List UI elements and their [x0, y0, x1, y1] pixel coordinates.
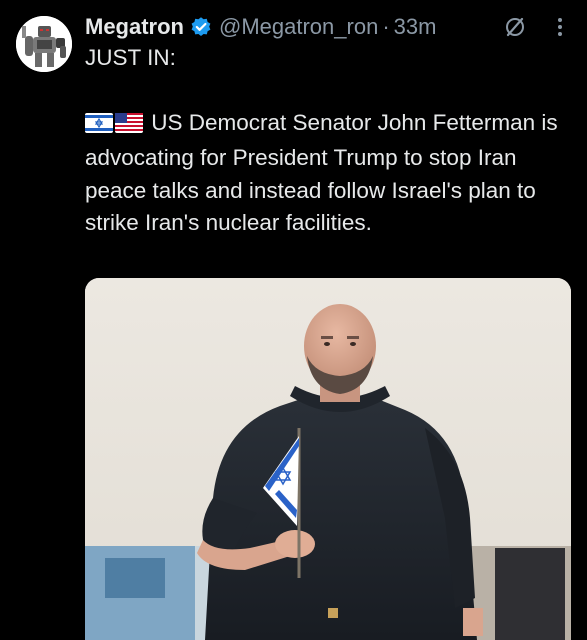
- grok-icon[interactable]: [503, 15, 527, 39]
- tweet-text-body: US Democrat Senator John Fetterman is ad…: [85, 107, 575, 240]
- separator: ·: [382, 14, 390, 39]
- tweet-media-image[interactable]: [85, 278, 571, 640]
- more-vertical-icon[interactable]: [550, 14, 570, 40]
- handle[interactable]: @Megatron_ron: [219, 14, 378, 40]
- us-flag-icon: [115, 110, 143, 143]
- verified-badge-icon: [190, 16, 212, 38]
- avatar[interactable]: [16, 16, 72, 72]
- display-name[interactable]: Megatron: [85, 14, 184, 40]
- tweet-text-line1: JUST IN:: [85, 45, 176, 70]
- israel-flag-icon: [85, 110, 113, 143]
- tweet-text: JUST IN: US Democrat Senator John Fetter: [85, 42, 575, 240]
- timestamp[interactable]: 33m: [394, 14, 437, 40]
- photo-man-holding-flag: [85, 278, 571, 640]
- tweet-body-text: US Democrat Senator John Fetterman is ad…: [85, 109, 558, 236]
- tweet: Megatron @Megatron_ron · 33m JUST IN: US…: [0, 0, 587, 640]
- robot-avatar-image: [16, 16, 72, 72]
- tweet-header: Megatron @Megatron_ron · 33m: [85, 10, 436, 44]
